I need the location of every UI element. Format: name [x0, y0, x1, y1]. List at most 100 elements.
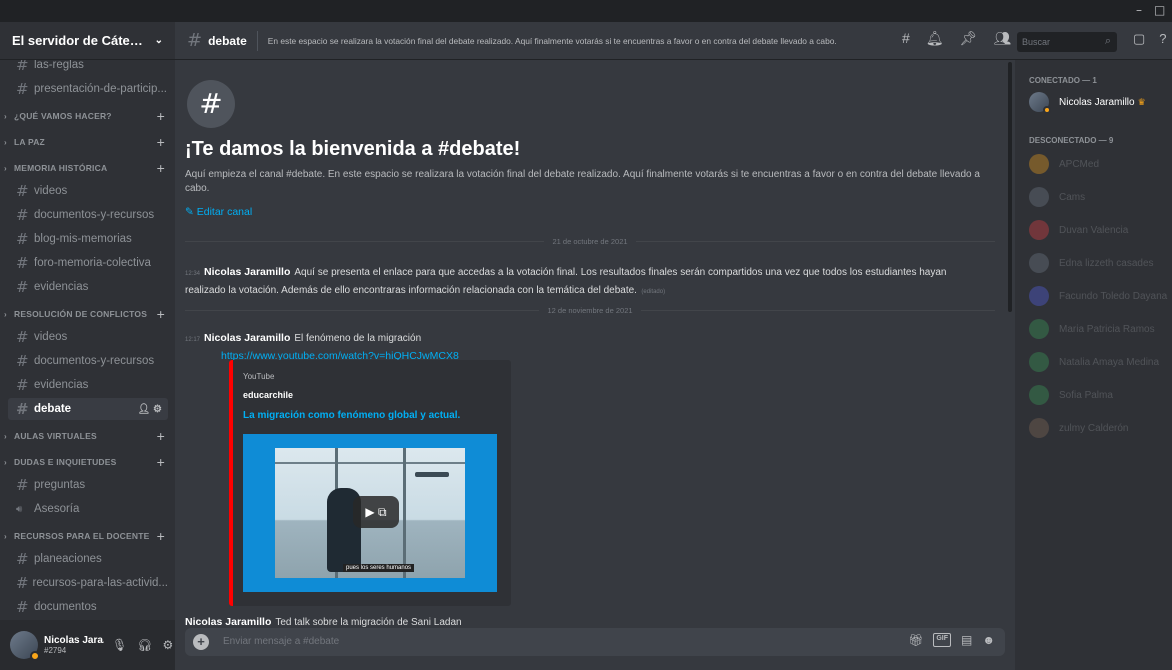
- search-icon: ⌕: [1104, 35, 1111, 47]
- channel-item[interactable]: # planeaciones: [8, 548, 168, 570]
- member-name: zulmy Calderón: [1059, 422, 1129, 434]
- channel-item[interactable]: # preguntas: [8, 474, 168, 496]
- date-divider: 12 de noviembre de 2021: [185, 304, 996, 316]
- category-header[interactable]: › AULAS VIRTUALES +: [0, 426, 175, 446]
- embed-author[interactable]: educarchile: [243, 390, 293, 400]
- channel-item[interactable]: # videos: [8, 180, 168, 202]
- message[interactable]: 12:34 Nicolas Jaramillo Aquí se presenta e…: [185, 262, 985, 298]
- username: Nicolas Jara...: [44, 635, 104, 646]
- avatar: [1029, 92, 1051, 114]
- message[interactable]: 12:17 Nicolas Jaramillo El fenómeno de la …: [185, 328, 985, 364]
- member-item[interactable]: Nicolas Jaramillo ♛: [1029, 88, 1172, 116]
- search-placeholder: Buscar: [1022, 37, 1051, 47]
- channel-label: presentación-de-particip...: [34, 83, 167, 95]
- add-channel-icon[interactable]: +: [157, 454, 165, 470]
- microphone-icon[interactable]: 🎙︎: [112, 638, 127, 652]
- gear-icon[interactable]: ⚙: [162, 638, 173, 652]
- emoji-icon[interactable]: ☻: [982, 633, 995, 647]
- welcome-title: ¡Te damos la bienvenida a #debate!: [185, 138, 521, 160]
- add-channel-icon[interactable]: +: [157, 428, 165, 444]
- channel-item[interactable]: # las-reglas: [8, 60, 168, 76]
- date-label: 21 de octubre de 2021: [552, 236, 628, 246]
- member-name: Facundo Toledo Dayana: [1059, 290, 1168, 302]
- channel-item[interactable]: # debate 👤︎ ⚙: [8, 398, 168, 420]
- server-header[interactable]: El servidor de Cátedra d... ⌄: [0, 22, 175, 60]
- bell-icon[interactable]: 🔔︎: [926, 30, 944, 47]
- category-header[interactable]: › MEMORIA HISTÓRICA +: [0, 158, 175, 178]
- add-channel-icon[interactable]: +: [157, 108, 165, 124]
- message-author[interactable]: Nicolas Jaramillo: [204, 332, 290, 344]
- members-icon[interactable]: 👥︎: [993, 30, 1011, 47]
- channel-item[interactable]: 🔊︎ Asesoría: [8, 498, 168, 520]
- search-input[interactable]: Buscar ⌕: [1017, 32, 1117, 52]
- channel-item[interactable]: # presentación-de-particip...: [8, 78, 168, 100]
- add-channel-icon[interactable]: +: [157, 134, 165, 150]
- channel-label: Asesoría: [34, 503, 80, 515]
- hash-icon: #: [187, 80, 235, 128]
- add-channel-icon[interactable]: +: [157, 528, 165, 544]
- member-item[interactable]: zulmy Calderón: [1029, 414, 1172, 442]
- message-time: 12:17: [185, 337, 201, 343]
- avatar[interactable]: [10, 631, 40, 661]
- avatar: [1029, 286, 1049, 306]
- gif-icon[interactable]: GIF: [933, 633, 952, 647]
- channel-item[interactable]: # blog-mis-memorias: [8, 228, 168, 250]
- channel-settings-icon[interactable]: 👤︎ ⚙: [138, 404, 162, 415]
- channel-item[interactable]: # documentos-y-recursos: [8, 350, 168, 372]
- play-icon[interactable]: ▶ ⧉: [353, 496, 399, 528]
- edit-channel-link[interactable]: ✎ Editar canal: [185, 206, 252, 218]
- sticker-icon[interactable]: ▤: [961, 633, 972, 647]
- hash-icon: #: [16, 574, 29, 592]
- channel-label: videos: [34, 331, 68, 343]
- channel-topic[interactable]: En este espacio se realizara la votación…: [268, 36, 912, 46]
- gift-icon[interactable]: 🎁︎: [908, 633, 923, 647]
- channel-item[interactable]: # videos: [8, 326, 168, 348]
- member-item[interactable]: Cams: [1029, 183, 1172, 211]
- channel-label: documentos-y-recursos: [34, 209, 155, 221]
- add-channel-icon[interactable]: +: [157, 306, 165, 322]
- channel-item[interactable]: # recursos-para-las-activid...: [8, 572, 168, 594]
- hash-icon: #: [16, 400, 29, 418]
- channel-sidebar: El servidor de Cátedra d... ⌄ # las-regla…: [0, 22, 175, 670]
- user-info[interactable]: Nicolas Jara... #2794: [44, 635, 104, 655]
- pin-icon[interactable]: 📌︎: [960, 30, 978, 47]
- headphones-icon[interactable]: 🎧︎: [137, 638, 152, 652]
- inbox-icon[interactable]: ▢: [1133, 31, 1145, 47]
- member-list: CONECTADO — 1 Nicolas Jaramillo ♛ DESCON…: [1015, 60, 1172, 670]
- video-thumbnail[interactable]: ▶ ⧉ pues los seres humanos: [243, 434, 497, 592]
- category-header[interactable]: › LA PAZ +: [0, 132, 175, 152]
- message-author[interactable]: Nicolas Jaramillo: [185, 616, 271, 628]
- channel-name: debate: [208, 33, 247, 48]
- member-item[interactable]: Facundo Toledo Dayana: [1029, 282, 1172, 310]
- category-header[interactable]: › RECURSOS PARA EL DOCENTE +: [0, 526, 175, 546]
- message-author[interactable]: Nicolas Jaramillo: [204, 266, 290, 278]
- member-item[interactable]: Natalia Amaya Medina: [1029, 348, 1172, 376]
- scrollbar[interactable]: [1008, 62, 1012, 312]
- add-channel-icon[interactable]: +: [157, 160, 165, 176]
- add-attachment-icon[interactable]: +: [193, 634, 209, 650]
- member-item[interactable]: Edna lizzeth casades: [1029, 249, 1172, 277]
- channel-item[interactable]: # evidencias: [8, 276, 168, 298]
- category-header[interactable]: › DUDAS E INQUIETUDES +: [0, 452, 175, 472]
- category-header[interactable]: › RESOLUCIÓN DE CONFLICTOS +: [0, 304, 175, 324]
- help-icon[interactable]: ?: [1159, 31, 1166, 47]
- member-item[interactable]: Sofia Palma: [1029, 381, 1172, 409]
- message-input[interactable]: + Enviar mensaje a #debate 🎁︎ GIF ▤ ☻: [185, 628, 1005, 656]
- category-header[interactable]: › ¿QUÉ VAMOS HACER? +: [0, 106, 175, 126]
- member-item[interactable]: APCMed: [1029, 150, 1172, 178]
- channel-item[interactable]: # foro-memoria-colectiva: [8, 252, 168, 274]
- embed-title[interactable]: La migración como fenómeno global y actu…: [243, 410, 460, 421]
- avatar: [1029, 352, 1049, 372]
- channel-item[interactable]: # evidencias: [8, 374, 168, 396]
- minimize-button[interactable]: –: [1136, 3, 1142, 17]
- channel-item[interactable]: # documentos: [8, 596, 168, 618]
- threads-icon[interactable]: #: [902, 30, 910, 47]
- channel-item[interactable]: # documentos-y-recursos: [8, 204, 168, 226]
- maximize-button[interactable]: □: [1154, 3, 1165, 17]
- member-name: Duvan Valencia: [1059, 224, 1129, 236]
- member-item[interactable]: Duvan Valencia: [1029, 216, 1172, 244]
- channel-label: las-reglas: [34, 60, 84, 71]
- avatar: [1029, 154, 1049, 174]
- member-item[interactable]: Maria Patricia Ramos: [1029, 315, 1172, 343]
- category-label: DUDAS E INQUIETUDES: [14, 457, 117, 467]
